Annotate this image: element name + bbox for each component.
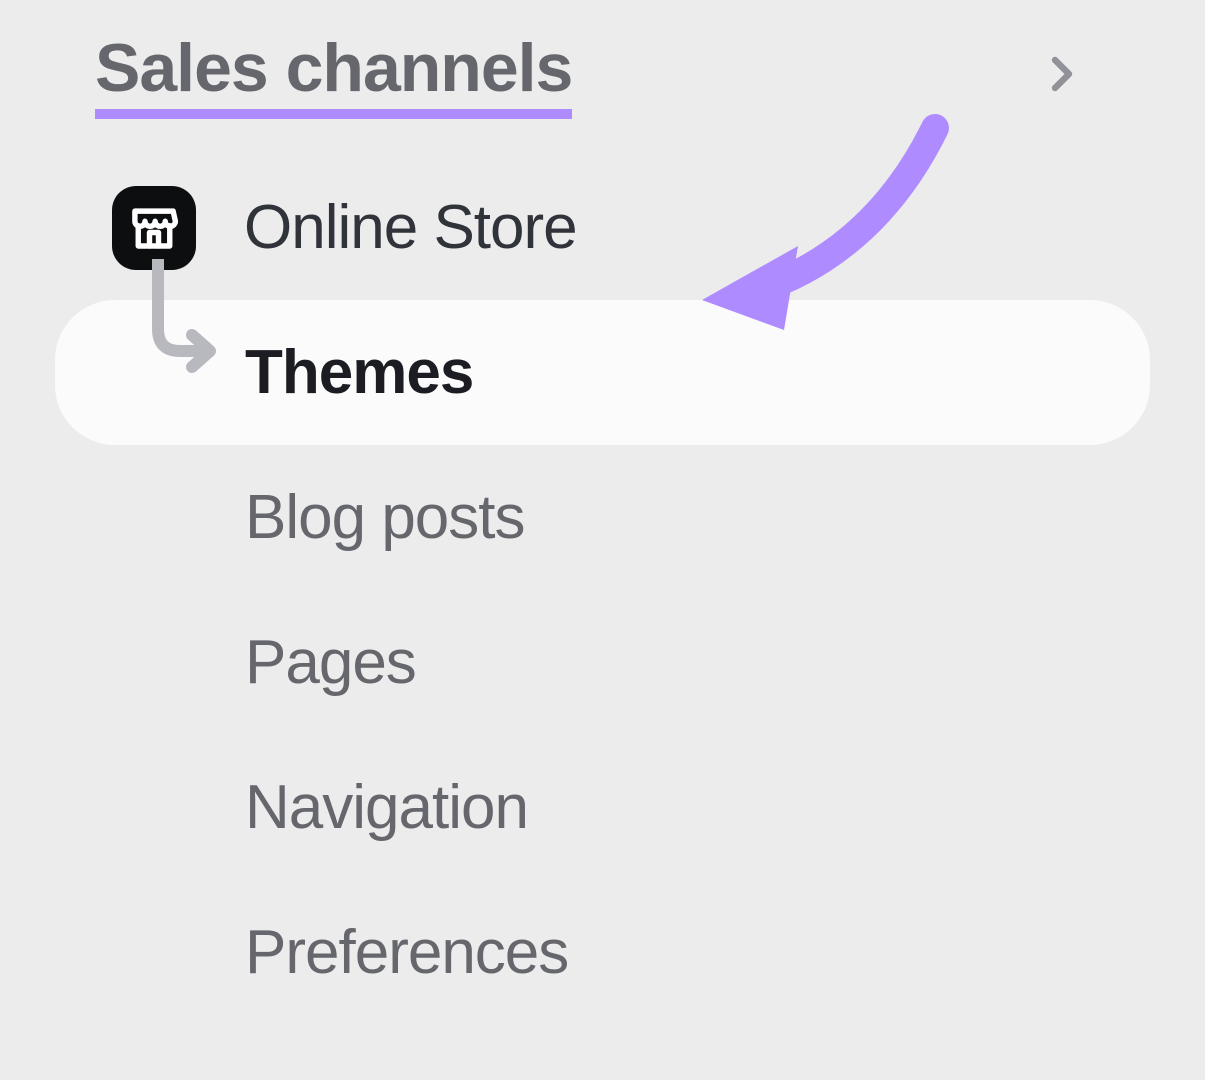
store-icon (112, 186, 196, 270)
sidebar-item-label: Online Store (244, 192, 577, 263)
sidebar-item-label: Pages (245, 627, 416, 698)
sidebar-nav: Online Store Themes Blog posts Pages Nav… (0, 155, 1205, 1025)
sidebar-item-pages[interactable]: Pages (0, 590, 1205, 735)
chevron-right-icon[interactable] (1037, 50, 1085, 98)
sidebar-item-navigation[interactable]: Navigation (0, 735, 1205, 880)
sidebar-item-label: Themes (245, 337, 473, 408)
section-header: Sales channels (95, 24, 1085, 124)
section-title[interactable]: Sales channels (95, 29, 572, 119)
sidebar-item-blog-posts[interactable]: Blog posts (0, 445, 1205, 590)
sidebar-item-label: Blog posts (245, 482, 525, 553)
sidebar-item-online-store[interactable]: Online Store (0, 155, 1205, 300)
sidebar-item-themes[interactable]: Themes (55, 300, 1150, 445)
sidebar-item-preferences[interactable]: Preferences (0, 880, 1205, 1025)
sidebar-item-label: Preferences (245, 917, 568, 988)
sidebar-item-label: Navigation (245, 772, 528, 843)
